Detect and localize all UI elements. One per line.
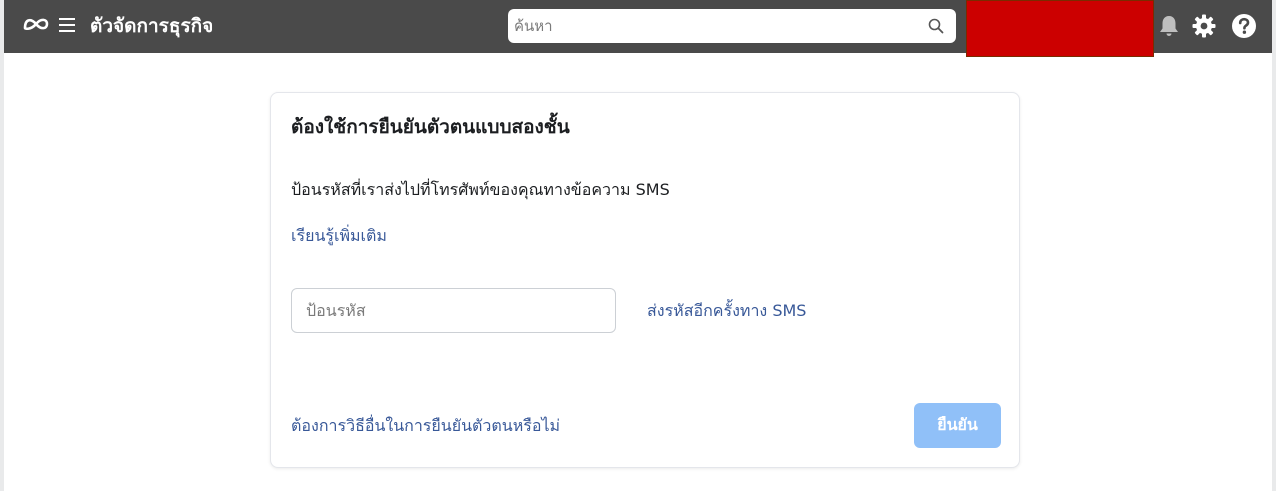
redacted-account-area [966, 0, 1154, 57]
help-icon[interactable] [1231, 13, 1257, 39]
meta-logo-icon[interactable] [22, 15, 50, 33]
bell-icon[interactable] [1156, 13, 1182, 39]
card-description: ป้อนรหัสที่เราส่งไปที่โทรศัพท์ของคุณทางข… [291, 180, 670, 199]
top-navigation-bar: ตัวจัดการธุรกิจ [4, 0, 1272, 57]
code-input[interactable] [291, 288, 616, 333]
card-title: ต้องใช้การยืนยันตัวตนแบบสองชั้น [291, 116, 570, 138]
search-input[interactable] [514, 9, 914, 43]
two-factor-card: ต้องใช้การยืนยันตัวตนแบบสองชั้น ป้อนรหัส… [270, 92, 1020, 468]
other-method-link[interactable]: ต้องการวิธีอื่นในการยืนยันตัวตนหรือไม่ [291, 414, 560, 438]
app-title[interactable]: ตัวจัดการธุรกิจ [90, 12, 213, 40]
hamburger-menu-icon[interactable] [59, 18, 75, 32]
gear-icon[interactable] [1191, 13, 1217, 39]
search-box [508, 9, 956, 43]
resend-sms-link[interactable]: ส่งรหัสอีกครั้งทาง SMS [647, 299, 806, 323]
learn-more-link[interactable]: เรียนรู้เพิ่มเติม [291, 224, 387, 248]
search-icon[interactable] [928, 18, 944, 34]
app-window: ตัวจัดการธุรกิจ ค้นหา ต้องใช้การยืนยันตั… [0, 0, 1276, 491]
confirm-button[interactable]: ยืนยัน [914, 403, 1001, 448]
